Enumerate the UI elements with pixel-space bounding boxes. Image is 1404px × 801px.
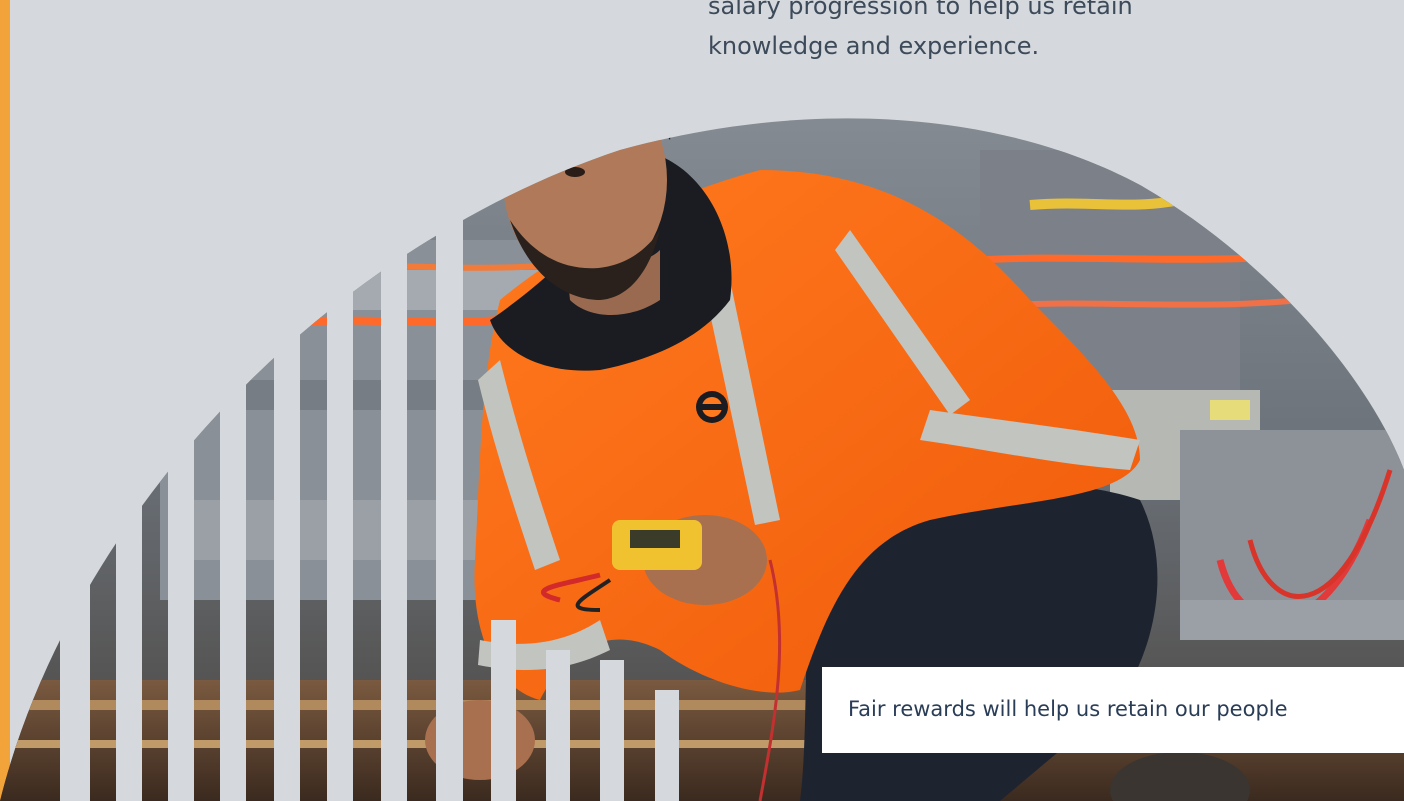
photo-caption: Fair rewards will help us retain our peo… xyxy=(822,667,1404,753)
caption-text: Fair rewards will help us retain our peo… xyxy=(848,697,1288,721)
